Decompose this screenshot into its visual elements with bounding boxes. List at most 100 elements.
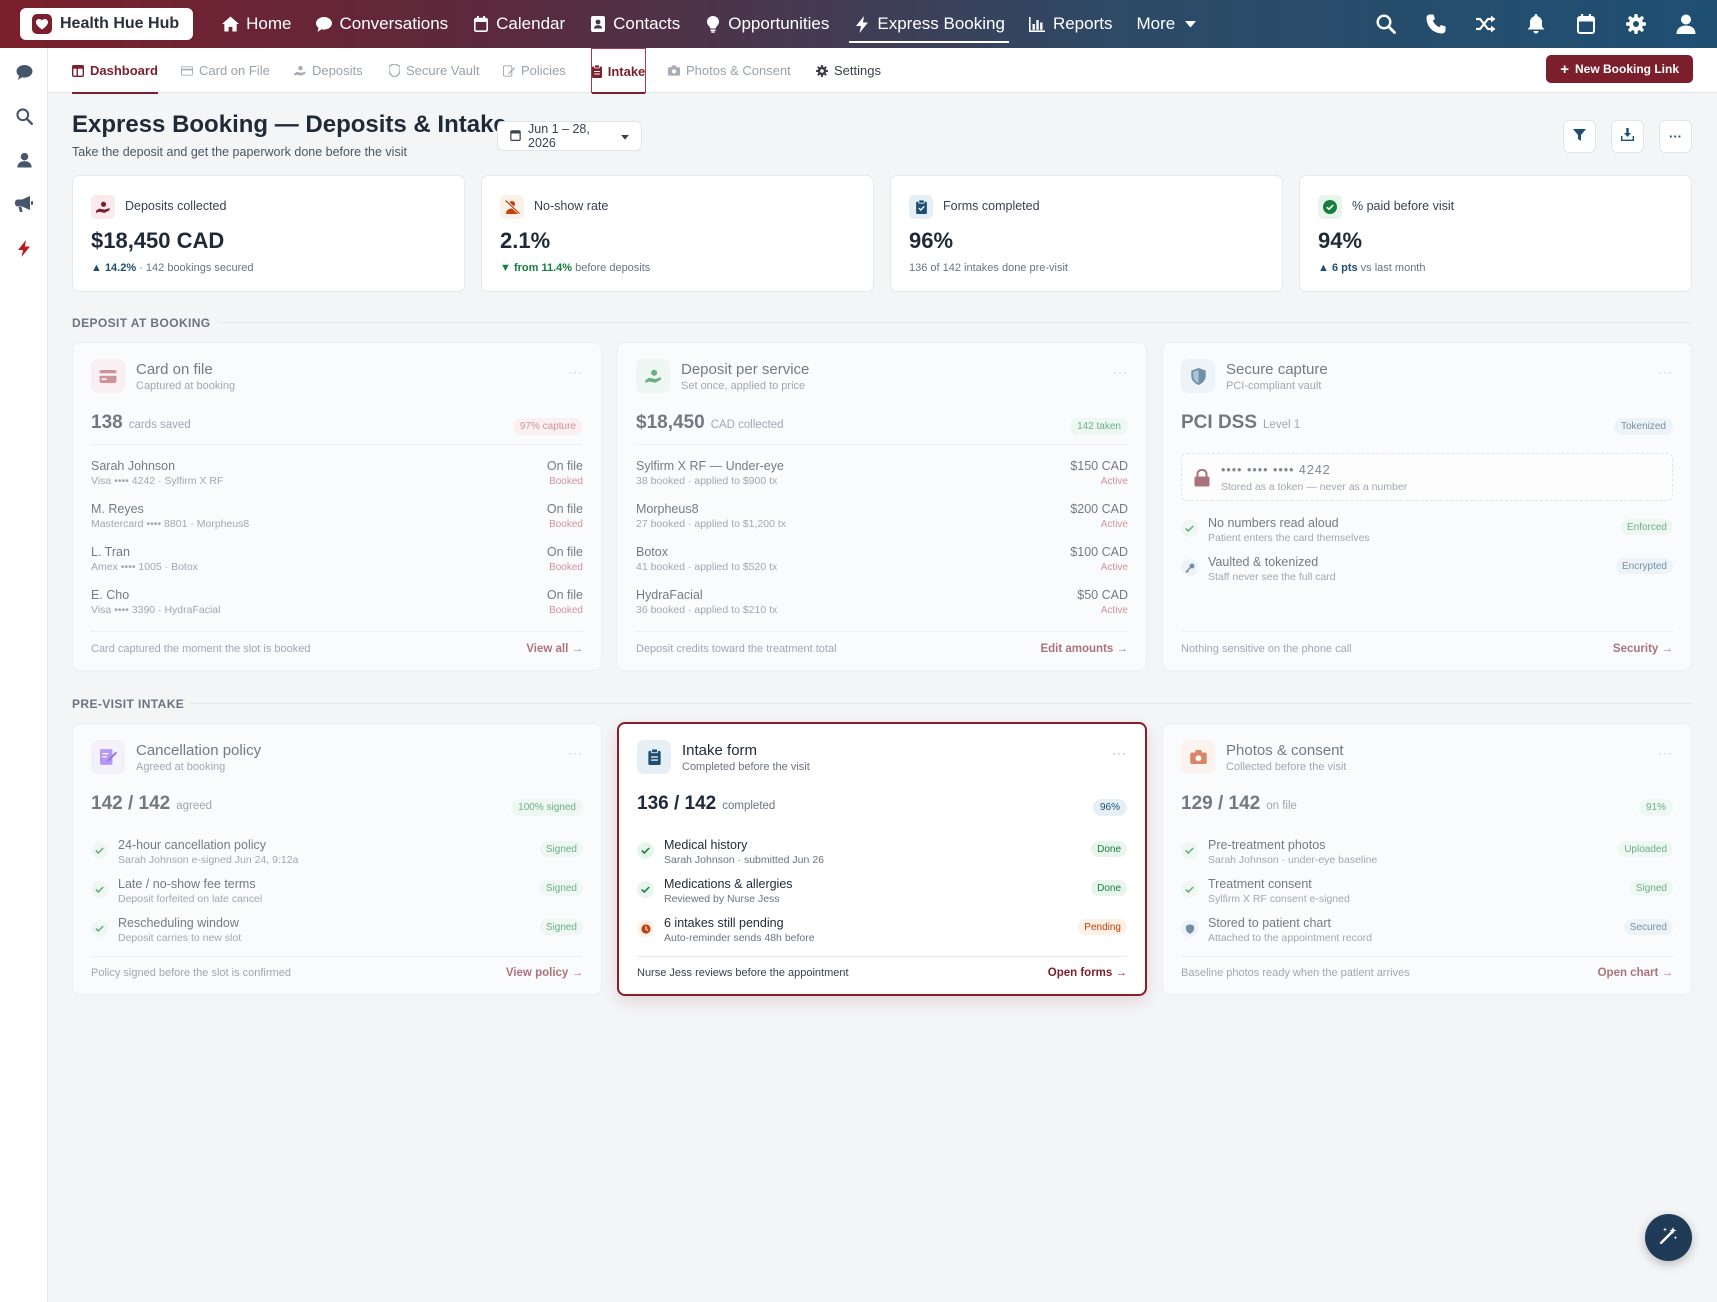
bar-chart-icon <box>1029 16 1046 33</box>
card-subtitle: Captured at booking <box>136 380 236 392</box>
user-icon[interactable] <box>14 150 34 170</box>
gear-icon[interactable] <box>1625 13 1647 35</box>
list-item[interactable]: Sylfirm X RF — Under-eye 38 booked · appl… <box>636 459 1128 495</box>
nav-calendar[interactable]: Calendar <box>460 0 577 48</box>
bell-icon[interactable] <box>1525 13 1547 35</box>
card-big-stat: 129 / 142 on file <box>1181 793 1297 815</box>
search-icon[interactable] <box>14 106 34 126</box>
tab-intake[interactable]: Intake <box>591 48 646 94</box>
list-item[interactable]: Sarah Johnson Visa •••• 4242 · Sylfirm X … <box>91 459 583 495</box>
user-icon[interactable] <box>1675 13 1697 35</box>
kpi-note: 136 of 142 intakes done pre-visit <box>909 262 1068 274</box>
nav-reports[interactable]: Reports <box>1017 0 1125 48</box>
nav-express-booking[interactable]: Express Booking <box>841 0 1017 48</box>
security-link[interactable]: Security → <box>1613 643 1673 655</box>
card-menu-icon[interactable]: ··· <box>568 746 583 760</box>
card-pill: 97% capture <box>512 418 583 435</box>
card-menu-icon[interactable]: ··· <box>1658 746 1673 760</box>
kpi-deposits-collected: Deposits collected $18,450 CAD ▲ 14.2% ·… <box>72 175 465 292</box>
row-name: E. Cho <box>91 588 130 602</box>
more-options-button[interactable]: ··· <box>1659 120 1692 153</box>
nav-opportunities[interactable]: Opportunities <box>692 0 841 48</box>
date-range-label: Jun 1 – 28, 2026 <box>528 122 590 150</box>
phone-icon[interactable] <box>1425 13 1447 35</box>
open-forms-link[interactable]: Open forms → <box>1048 967 1127 979</box>
nav-contacts[interactable]: Contacts <box>577 0 692 48</box>
nav-home[interactable]: Home <box>210 0 303 48</box>
item-name: 24-hour cancellation policy <box>118 838 267 852</box>
list-item: Pre-treatment photos Sarah Johnson · und… <box>1181 838 1673 874</box>
list-item[interactable]: M. Reyes Mastercard •••• 8801 · Morpheus8… <box>91 502 583 538</box>
list-item[interactable]: 6 intakes still pending Auto-reminder se… <box>637 916 1127 952</box>
vault-card-number: •••• •••• •••• 4242 <box>1221 463 1331 477</box>
filter-button[interactable] <box>1563 120 1596 153</box>
check-icon <box>91 842 108 859</box>
row-sub: Visa •••• 3390 · HydraFacial <box>91 604 221 616</box>
open-chart-link[interactable]: Open chart → <box>1598 967 1673 979</box>
bolt-icon <box>853 15 870 33</box>
chat-icon[interactable] <box>14 62 34 82</box>
bolt-icon[interactable] <box>14 238 34 258</box>
row-value: $200 CAD <box>1070 502 1128 516</box>
card-footer-note: Policy signed before the slot is confirm… <box>91 967 291 979</box>
item-name: Vaulted & tokenized <box>1208 555 1319 569</box>
list-item: Stored to patient chart Attached to the … <box>1181 916 1673 952</box>
list-item[interactable]: L. Tran Amex •••• 1005 · Botox On file Book… <box>91 545 583 581</box>
date-range-picker[interactable]: Jun 1 – 28, 2026 <box>497 121 642 151</box>
card-divider <box>91 631 583 632</box>
list-item[interactable]: Medications & allergies Reviewed by Nurs… <box>637 877 1127 913</box>
tab-photos-consent[interactable]: Photos & Consent <box>668 48 791 93</box>
clock-icon <box>637 920 654 937</box>
row-value: $50 CAD <box>1077 588 1128 602</box>
card-footer-note: Baseline photos ready when the patient a… <box>1181 967 1410 979</box>
card-divider <box>1181 956 1673 957</box>
calendar-icon[interactable] <box>1575 13 1597 35</box>
edit-amounts-link[interactable]: Edit amounts → <box>1040 643 1128 655</box>
card-menu-icon[interactable]: ··· <box>568 365 583 379</box>
card-title: Photos & consent <box>1226 742 1344 759</box>
item-name: Pre-treatment photos <box>1208 838 1326 852</box>
card-menu-icon[interactable]: ··· <box>1658 365 1673 379</box>
shuffle-icon[interactable] <box>1475 13 1497 35</box>
status-badge: Signed <box>539 880 583 896</box>
cancellation-policy-card: Cancellation policy Agreed at booking ··… <box>72 723 602 995</box>
kpi-label: No-show rate <box>534 199 609 213</box>
tab-secure-vault[interactable]: Secure Vault <box>388 48 479 93</box>
status-badge: Signed <box>539 841 583 857</box>
row-sub: 36 booked · applied to $210 tx <box>636 604 778 616</box>
tab-policies[interactable]: Policies <box>503 48 566 93</box>
nav-conversations[interactable]: Conversations <box>303 0 460 48</box>
tab-intake-label: Intake <box>607 63 646 79</box>
status-badge: Signed <box>539 919 583 935</box>
magic-wand-button[interactable] <box>1645 1214 1692 1261</box>
caret-down-icon <box>1182 16 1199 33</box>
list-item[interactable]: E. Cho Visa •••• 3390 · HydraFacial On fil… <box>91 588 583 624</box>
card-subtitle: Set once, applied to price <box>681 380 806 392</box>
download-button[interactable] <box>1611 120 1644 153</box>
search-icon[interactable] <box>1375 13 1397 35</box>
list-item[interactable]: Medical history Sarah Johnson · submitte… <box>637 838 1127 874</box>
item-name: Treatment consent <box>1208 877 1312 891</box>
row-tag: Booked <box>549 476 583 487</box>
list-item[interactable]: HydraFacial 36 booked · applied to $210 t… <box>636 588 1128 624</box>
view-policy-link[interactable]: View policy → <box>506 967 583 979</box>
card-menu-icon[interactable]: ··· <box>1113 365 1128 379</box>
new-booking-link-label: New Booking Link <box>1574 62 1679 76</box>
megaphone-icon[interactable] <box>14 194 34 214</box>
tab-card-on-file[interactable]: Card on File <box>181 48 270 93</box>
view-all-link[interactable]: View all → <box>526 643 583 655</box>
nav-more-dropdown[interactable]: More <box>1124 0 1211 48</box>
list-item[interactable]: Morpheus8 27 booked · applied to $1,200 t… <box>636 502 1128 538</box>
card-big-stat: $18,450 CAD collected <box>636 412 784 434</box>
new-booking-link-button[interactable]: + New Booking Link <box>1546 55 1693 83</box>
row-name: Botox <box>636 545 668 559</box>
list-item[interactable]: Botox 41 booked · applied to $520 tx $100 … <box>636 545 1128 581</box>
tab-deposits[interactable]: Deposits <box>294 48 363 93</box>
tab-settings[interactable]: Settings <box>816 48 881 93</box>
tab-dashboard[interactable]: Dashboard <box>72 48 158 94</box>
shield-icon <box>1181 920 1198 937</box>
card-menu-icon[interactable]: ··· <box>1112 746 1127 760</box>
brand-logo-button[interactable]: Health Hue Hub <box>20 8 194 40</box>
check-icon <box>637 842 654 859</box>
card-icon <box>91 359 125 393</box>
